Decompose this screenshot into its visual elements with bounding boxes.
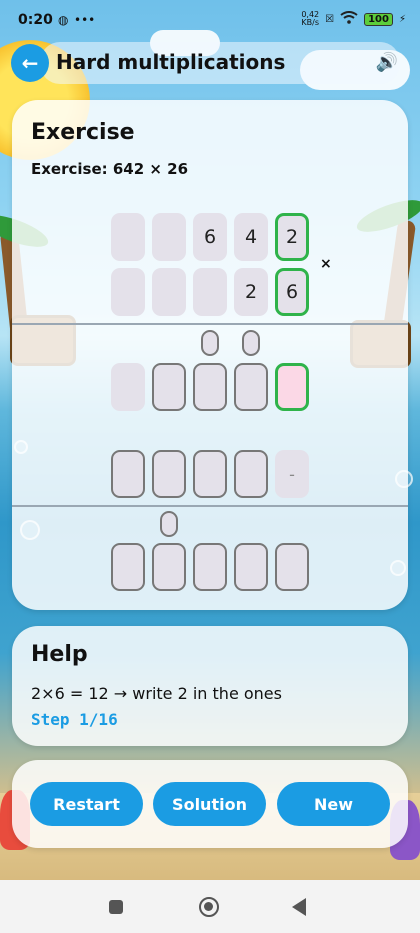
multiplicand-digit-4: 4 [234, 213, 268, 261]
app-notification-icon: ◍ [58, 13, 69, 27]
partial2-digit-1[interactable] [111, 450, 145, 498]
partial1-digit-4[interactable] [234, 363, 268, 411]
partial2-digit-3[interactable] [193, 450, 227, 498]
restart-button[interactable]: Restart [30, 782, 143, 826]
partial2-digit-4[interactable] [234, 450, 268, 498]
divider-line [12, 505, 408, 507]
help-text: 2×6 = 12 → write 2 in the ones [31, 684, 282, 703]
multiply-sign: × [320, 256, 332, 272]
multiplier-digit-5: 6 [275, 268, 309, 316]
recents-icon[interactable] [109, 900, 123, 914]
partial1-digit-2[interactable] [152, 363, 186, 411]
multiplier-digit-1 [111, 268, 145, 316]
result-digit-2[interactable] [152, 543, 186, 591]
result-digit-3[interactable] [193, 543, 227, 591]
divider-line [12, 323, 408, 325]
step-counter: Step 1/16 [31, 710, 118, 729]
result-digit-4[interactable] [234, 543, 268, 591]
multiplier-digit-4: 2 [234, 268, 268, 316]
multiplicand-digit-2 [152, 213, 186, 261]
partial2-digit-2[interactable] [152, 450, 186, 498]
system-nav-bar [0, 880, 420, 933]
exercise-heading: Exercise [31, 120, 135, 145]
partial1-digit-3[interactable] [193, 363, 227, 411]
multiplier-digit-3 [193, 268, 227, 316]
status-time: 0:20 [18, 12, 53, 28]
result-digit-1[interactable] [111, 543, 145, 591]
partial1-digit-1 [111, 363, 145, 411]
help-heading: Help [31, 642, 88, 667]
status-bar: 0:20 ◍ ••• 0,42 KB/s ☒ 100 ⚡ [0, 0, 420, 40]
home-icon[interactable] [199, 897, 219, 917]
multiplicand-digit-3: 6 [193, 213, 227, 261]
help-card: Help 2×6 = 12 → write 2 in the ones Step… [12, 626, 408, 746]
battery-icon: 100 [364, 12, 393, 26]
nav-back-icon[interactable] [292, 898, 306, 916]
app-bar: ← Hard multiplications 🔊 [0, 40, 420, 86]
wifi-icon [340, 11, 358, 27]
multiplicand-digit-5: 2 [275, 213, 309, 261]
new-button[interactable]: New [277, 782, 390, 826]
actions-card: Restart Solution New [12, 760, 408, 848]
sim-icon: ☒ [325, 13, 335, 25]
page-title: Hard multiplications [56, 50, 286, 74]
charging-icon: ⚡ [398, 13, 406, 25]
back-arrow-icon: ← [21, 51, 39, 75]
carry-input[interactable] [160, 511, 178, 537]
carry-input[interactable] [242, 330, 260, 356]
multiplicand-digit-1 [111, 213, 145, 261]
network-speed: 0,42 KB/s [301, 10, 320, 27]
partial2-placeholder-dash: - [275, 450, 309, 498]
exercise-subtitle: Exercise: 642 × 26 [31, 160, 189, 178]
sound-icon[interactable]: 🔊 [376, 52, 398, 73]
multiplier-digit-2 [152, 268, 186, 316]
solution-button[interactable]: Solution [153, 782, 266, 826]
partial1-digit-5-active[interactable] [275, 363, 309, 411]
carry-input[interactable] [201, 330, 219, 356]
more-dots-icon: ••• [74, 13, 96, 27]
result-digit-5[interactable] [275, 543, 309, 591]
back-button[interactable]: ← [11, 44, 49, 82]
